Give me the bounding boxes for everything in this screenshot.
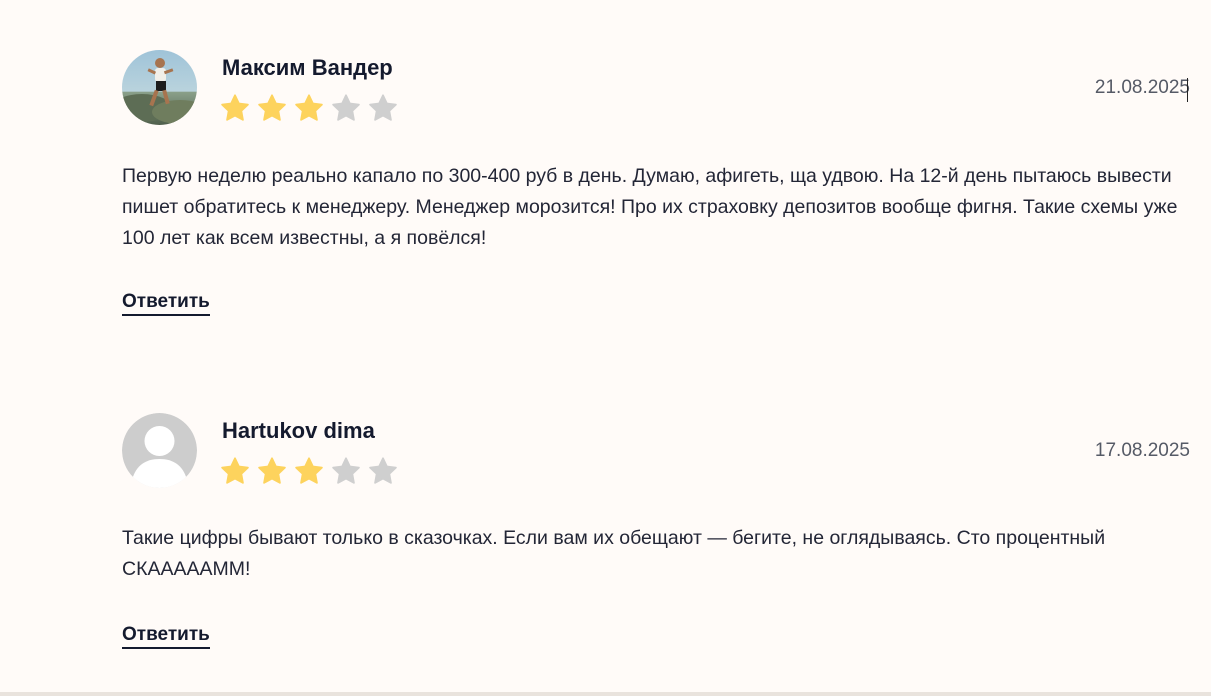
avatar-photo (122, 50, 197, 125)
reply-link[interactable]: Ответить (122, 291, 210, 316)
star-filled-icon (257, 455, 294, 487)
star-empty-icon (368, 455, 405, 487)
star-empty-icon (331, 455, 368, 487)
star-empty-icon (368, 92, 405, 124)
star-filled-icon (294, 455, 331, 487)
review-author: Hartukov dima (222, 418, 375, 443)
default-user-icon (122, 413, 197, 488)
review-date: 17.08.2025 (1094, 440, 1190, 461)
review-text: Такие цифры бывают только в сказочках. Е… (122, 527, 1106, 580)
star-filled-icon (220, 92, 257, 124)
star-empty-icon (331, 92, 368, 124)
reply-link[interactable]: Ответить (122, 624, 210, 649)
divider (0, 692, 1211, 696)
review-text: Первую неделю реально капало по 300-400 … (122, 165, 1178, 249)
rating-stars (220, 455, 405, 487)
rating-stars (220, 92, 405, 124)
star-filled-icon (294, 92, 331, 124)
star-filled-icon (220, 455, 257, 487)
star-filled-icon (257, 92, 294, 124)
review-author: Максим Вандер (222, 55, 393, 80)
text-cursor (1187, 78, 1188, 102)
review-date: 21.08.2025 (1094, 77, 1190, 98)
